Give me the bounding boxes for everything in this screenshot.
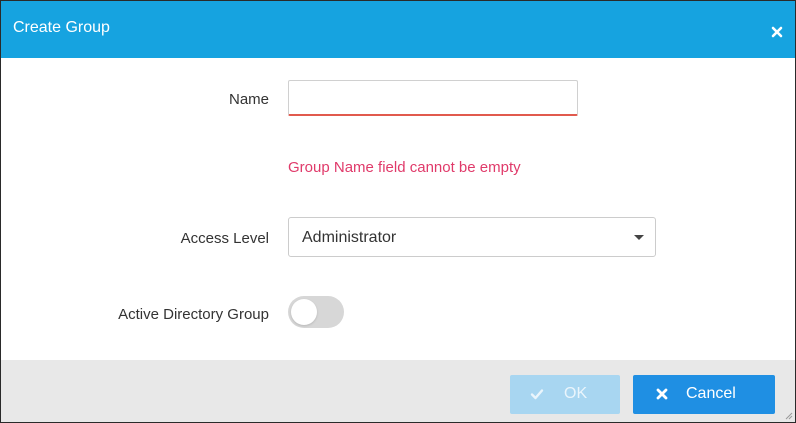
access-level-label: Access Level xyxy=(180,230,269,247)
dialog-header: Create Group xyxy=(1,1,795,58)
close-icon[interactable] xyxy=(771,26,783,38)
toggle-knob xyxy=(291,299,317,325)
active-directory-label: Active Directory Group xyxy=(118,306,269,323)
dialog-title: Create Group xyxy=(13,19,110,36)
check-icon xyxy=(530,389,544,400)
name-input[interactable] xyxy=(288,80,578,116)
access-level-value: Administrator xyxy=(302,229,397,246)
cancel-label: Cancel xyxy=(686,385,736,402)
x-icon xyxy=(656,388,668,400)
active-directory-toggle[interactable] xyxy=(288,296,344,328)
dialog-footer: OK Cancel xyxy=(1,360,795,422)
access-level-select[interactable]: Administrator xyxy=(288,217,656,257)
caret-down-icon xyxy=(634,235,644,240)
ok-button[interactable]: OK xyxy=(510,375,620,414)
dialog-body: Name Group Name field cannot be empty Ac… xyxy=(1,58,795,360)
name-error-message: Group Name field cannot be empty xyxy=(288,159,521,176)
cancel-button[interactable]: Cancel xyxy=(633,375,775,414)
create-group-dialog: Create Group Name Group Name field canno… xyxy=(0,0,796,423)
name-label: Name xyxy=(228,91,269,108)
ok-label: OK xyxy=(564,385,588,402)
resize-grip-icon[interactable] xyxy=(783,410,793,420)
